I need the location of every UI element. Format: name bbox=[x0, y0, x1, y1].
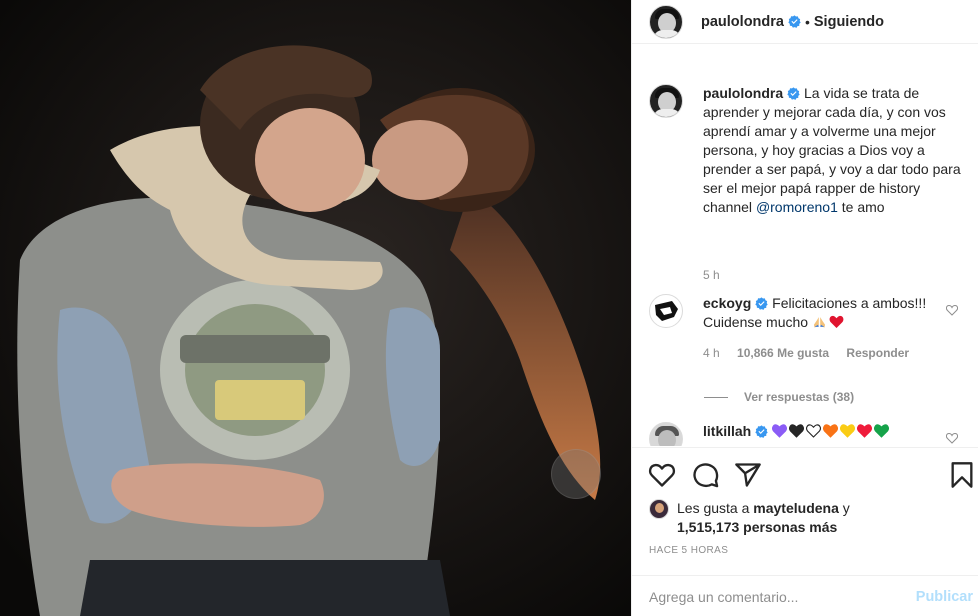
likes-prefix: Les gusta a bbox=[677, 500, 750, 516]
caption-mention-link[interactable]: @romoreno1 bbox=[756, 199, 838, 215]
tag-indicator-button[interactable] bbox=[551, 449, 601, 499]
pray-emoji-icon bbox=[813, 317, 826, 328]
posted-time[interactable]: HACE 5 HORAS bbox=[649, 545, 728, 556]
post-actions: Les gusta a mayteludena y 1,515,173 pers… bbox=[632, 447, 978, 616]
caption-time[interactable]: 5 h bbox=[703, 268, 720, 282]
comment-time[interactable]: 4 h bbox=[703, 346, 720, 360]
likes-count-button[interactable]: 1,515,173 personas más bbox=[677, 519, 837, 535]
heart-emoji-row bbox=[772, 423, 891, 439]
heart-emoji-icon bbox=[823, 424, 839, 438]
heart-emoji-icon bbox=[874, 424, 890, 438]
caption-row: paulolondra La vida se trata de aprender… bbox=[649, 84, 964, 284]
follow-status-button[interactable]: Siguiendo bbox=[814, 14, 884, 30]
commenter-avatar[interactable] bbox=[649, 422, 683, 446]
comment-likes[interactable]: 10,866 Me gusta bbox=[737, 346, 829, 360]
caption-body: La vida se trata de aprender y mejorar c… bbox=[703, 85, 961, 215]
comment-row: litkillah bbox=[649, 422, 964, 446]
heart-emoji-icon bbox=[840, 424, 856, 438]
comment-reply-button[interactable]: Responder bbox=[846, 346, 909, 360]
header-separator: • bbox=[804, 13, 810, 30]
comment-like-heart-icon[interactable] bbox=[946, 304, 958, 316]
comment-icon[interactable] bbox=[692, 461, 720, 489]
caption-text: paulolondra La vida se trata de aprender… bbox=[703, 84, 965, 217]
view-replies-button[interactable]: Ver respuestas (38) bbox=[704, 390, 854, 404]
comment-meta: 4 h 10,866 Me gusta Responder bbox=[703, 346, 923, 360]
bookmark-icon[interactable] bbox=[948, 461, 976, 489]
comment-like-heart-icon[interactable] bbox=[946, 432, 958, 444]
caption-after-mention: te amo bbox=[841, 199, 885, 215]
replies-divider bbox=[704, 396, 728, 398]
comment-row: eckoyg Felicitaciones a ambos!!! Cuidens… bbox=[649, 294, 964, 404]
likes-conj: y bbox=[842, 500, 850, 516]
post-photo[interactable] bbox=[0, 0, 631, 616]
caption-author-avatar[interactable] bbox=[649, 84, 683, 118]
verified-icon bbox=[755, 297, 768, 310]
comment-input[interactable] bbox=[649, 588, 899, 605]
add-comment-bar: Publicar bbox=[632, 575, 978, 616]
likes-summary: Les gusta a mayteludena y 1,515,173 pers… bbox=[649, 499, 850, 537]
comment-username[interactable]: litkillah bbox=[703, 423, 751, 439]
view-replies-label: Ver respuestas (38) bbox=[744, 390, 855, 404]
heart-emoji-icon bbox=[772, 424, 788, 438]
post-side-panel: paulolondra • Siguiendo paulolondra La v… bbox=[631, 0, 978, 616]
comment-text: litkillah bbox=[703, 422, 965, 441]
verified-icon bbox=[755, 425, 768, 438]
verified-icon bbox=[787, 87, 800, 100]
publish-button[interactable]: Publicar bbox=[916, 589, 973, 605]
heart-emoji-icon bbox=[806, 424, 822, 438]
author-username[interactable]: paulolondra bbox=[701, 14, 784, 30]
caption-meta: 5 h bbox=[703, 268, 734, 282]
heart-emoji-icon bbox=[789, 424, 805, 438]
heart-emoji-icon bbox=[857, 424, 873, 438]
liker-avatar[interactable] bbox=[649, 499, 669, 519]
post-header: paulolondra • Siguiendo bbox=[632, 0, 978, 44]
caption-username[interactable]: paulolondra bbox=[703, 85, 783, 101]
liker-username[interactable]: mayteludena bbox=[753, 500, 839, 516]
eckoyg-logo-icon bbox=[655, 301, 678, 321]
photo-illustration bbox=[0, 0, 631, 616]
red-heart-emoji-icon bbox=[829, 315, 844, 328]
verified-icon bbox=[788, 15, 801, 28]
heart-icon[interactable] bbox=[648, 461, 676, 489]
author-avatar[interactable] bbox=[649, 4, 683, 39]
commenter-avatar[interactable] bbox=[649, 294, 683, 328]
comment-text: eckoyg Felicitaciones a ambos!!! Cuidens… bbox=[703, 294, 965, 332]
likes-text: Les gusta a mayteludena y 1,515,173 pers… bbox=[677, 499, 850, 537]
comment-username[interactable]: eckoyg bbox=[703, 295, 751, 311]
comments-list: paulolondra La vida se trata de aprender… bbox=[632, 68, 978, 446]
share-icon[interactable] bbox=[734, 461, 762, 489]
